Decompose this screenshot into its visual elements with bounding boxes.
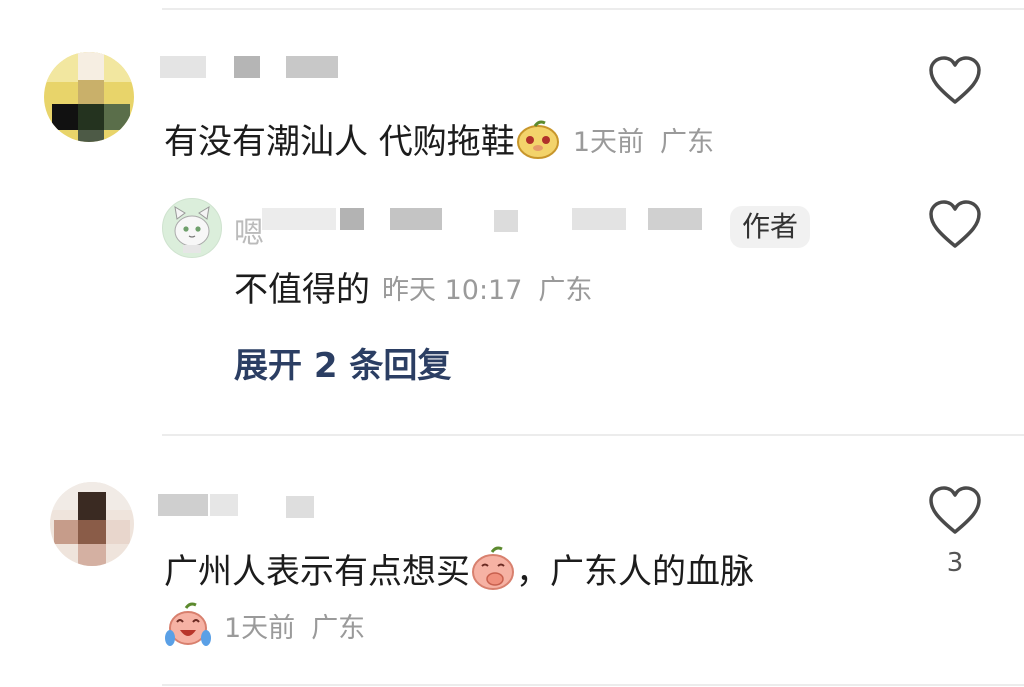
comment-time: 1天前 — [572, 127, 644, 158]
comment-body[interactable]: 广州人表示有点想买 ，广东人的血脉 — [164, 546, 754, 601]
reply-location: 广东 — [538, 275, 593, 306]
comment-location: 广东 — [660, 127, 714, 158]
comment-meta: 1天前 广东 — [224, 613, 365, 644]
comment-time: 1天前 — [224, 613, 296, 644]
comment-body[interactable]: 有没有潮汕人 代购拖鞋 1天前 广东 — [164, 118, 714, 169]
avatar[interactable] — [162, 198, 222, 258]
comment-text-part1: 广州人表示有点想买 — [164, 552, 470, 592]
divider — [162, 8, 1024, 10]
peach-covering-mouth-emoji — [470, 546, 516, 601]
peach-crying-laughing-emoji — [164, 602, 212, 657]
expand-replies-button[interactable]: 展开 2 条回复 — [234, 346, 451, 386]
comment-text-part2: ，广东人的血脉 — [516, 552, 754, 592]
comment-text: 有没有潮汕人 代购拖鞋 — [164, 122, 515, 162]
comment-body-line2: 1天前 广东 — [164, 602, 365, 657]
reply-meta: 昨天 10:17 广东 — [382, 275, 592, 306]
divider — [162, 684, 1024, 686]
heart-outline-icon[interactable] — [928, 486, 982, 536]
author-badge: 作者 — [730, 206, 811, 248]
reply-time: 昨天 10:17 — [382, 275, 523, 306]
mango-face-emoji — [515, 118, 561, 169]
like-count: 3 — [946, 548, 964, 578]
comment-location: 广东 — [311, 613, 366, 644]
comment-meta: 1天前 广东 — [573, 127, 714, 158]
heart-outline-icon[interactable] — [928, 200, 982, 250]
avatar[interactable] — [44, 52, 134, 142]
reply-body[interactable]: 不值得的 昨天 10:17 广东 — [234, 270, 592, 311]
divider — [162, 434, 1024, 436]
cat-avatar-icon — [174, 206, 210, 253]
avatar[interactable] — [50, 482, 134, 566]
heart-outline-icon[interactable] — [928, 56, 982, 106]
reply-text: 不值得的 — [234, 270, 370, 310]
username-visible-char: 嗯 — [234, 216, 264, 251]
